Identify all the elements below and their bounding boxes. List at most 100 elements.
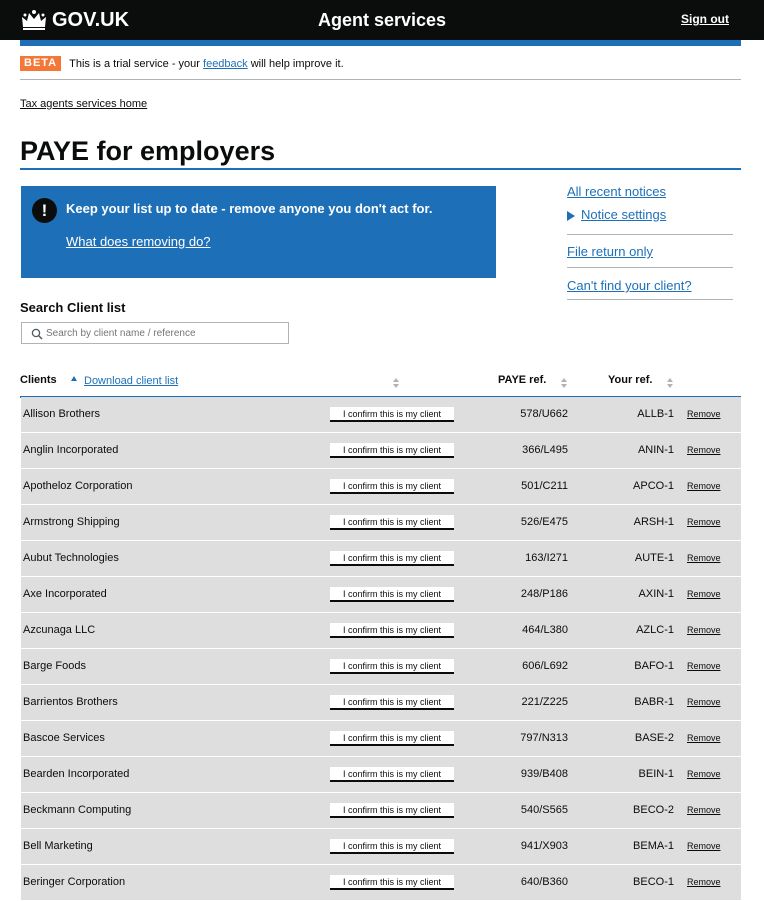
confirm-client-button[interactable]: I confirm this is my client bbox=[330, 515, 454, 530]
confirm-client-button[interactable]: I confirm this is my client bbox=[330, 803, 454, 818]
paye-ref: 606/L692 bbox=[522, 660, 568, 672]
table-row: Aubut Technologies I confirm this is my c… bbox=[21, 541, 741, 577]
your-ref: BASE-2 bbox=[634, 732, 674, 744]
confirm-client-button[interactable]: I confirm this is my client bbox=[330, 767, 454, 782]
notice-settings-toggle[interactable]: Notice settings bbox=[567, 207, 666, 222]
table-row: Barrientos Brothers I confirm this is my … bbox=[21, 685, 741, 721]
table-row: Beringer Corporation I confirm this is my… bbox=[21, 865, 741, 901]
notice-settings-label: Notice settings bbox=[581, 207, 667, 222]
paye-ref: 464/L380 bbox=[522, 624, 568, 636]
expand-triangle-icon bbox=[567, 210, 575, 221]
your-ref: ALLB-1 bbox=[637, 408, 674, 420]
your-ref: BECO-1 bbox=[633, 876, 674, 888]
confirm-client-button[interactable]: I confirm this is my client bbox=[330, 551, 454, 566]
paye-ref: 501/C211 bbox=[521, 480, 568, 492]
client-name: Bell Marketing bbox=[23, 840, 93, 852]
feedback-link[interactable]: feedback bbox=[203, 58, 248, 70]
your-ref: BABR-1 bbox=[634, 696, 674, 708]
confirm-client-button[interactable]: I confirm this is my client bbox=[330, 623, 454, 638]
service-name[interactable]: Agent services bbox=[0, 9, 764, 31]
sort-icon[interactable] bbox=[667, 378, 673, 388]
what-does-removing-do-link[interactable]: What does removing do? bbox=[66, 234, 211, 249]
table-row: Barge Foods I confirm this is my client 60… bbox=[21, 649, 741, 685]
cant-find-client-link[interactable]: Can't find your client? bbox=[567, 278, 692, 293]
table-row: Axe Incorporated I confirm this is my cli… bbox=[21, 577, 741, 613]
remove-link[interactable]: Remove bbox=[687, 445, 721, 455]
file-return-only-link[interactable]: File return only bbox=[567, 244, 653, 259]
remove-link[interactable]: Remove bbox=[687, 697, 721, 707]
table-row: Allison Brothers I confirm this is my cli… bbox=[21, 397, 741, 433]
paye-ref: 163/I271 bbox=[525, 552, 568, 564]
your-ref: ARSH-1 bbox=[633, 516, 674, 528]
confirm-client-button[interactable]: I confirm this is my client bbox=[330, 443, 454, 458]
remove-link[interactable]: Remove bbox=[687, 877, 721, 887]
sort-icon[interactable] bbox=[561, 378, 567, 388]
paye-ref: 248/P186 bbox=[520, 588, 568, 600]
your-ref: AXIN-1 bbox=[638, 588, 674, 600]
table-row: Armstrong Shipping I confirm this is my c… bbox=[21, 505, 741, 541]
warning-notice: ! Keep your list up to date - remove any… bbox=[21, 186, 496, 278]
client-name: Armstrong Shipping bbox=[23, 516, 120, 528]
remove-link[interactable]: Remove bbox=[687, 733, 721, 743]
remove-link[interactable]: Remove bbox=[687, 481, 721, 491]
remove-link[interactable]: Remove bbox=[687, 841, 721, 851]
side-divider bbox=[567, 234, 733, 235]
paye-ref: 939/B408 bbox=[520, 768, 568, 780]
paye-ref: 526/E475 bbox=[520, 516, 568, 528]
confirm-client-button[interactable]: I confirm this is my client bbox=[330, 839, 454, 854]
notice-text: Keep your list up to date - remove anyon… bbox=[66, 201, 433, 216]
sign-out-link[interactable]: Sign out bbox=[681, 12, 729, 26]
search-field[interactable] bbox=[21, 322, 289, 344]
confirm-client-button[interactable]: I confirm this is my client bbox=[330, 695, 454, 710]
remove-link[interactable]: Remove bbox=[687, 409, 721, 419]
client-name: Allison Brothers bbox=[23, 408, 101, 420]
phase-banner: BETA This is a trial service - your feed… bbox=[20, 56, 344, 71]
your-ref: BAFO-1 bbox=[634, 660, 674, 672]
client-name: Bearden Incorporated bbox=[23, 768, 130, 780]
divider bbox=[20, 79, 741, 80]
client-name: Axe Incorporated bbox=[23, 588, 107, 600]
table-row: Apotheloz Corporation I confirm this is m… bbox=[21, 469, 741, 505]
breadcrumb-home[interactable]: Tax agents services home bbox=[20, 98, 147, 110]
sort-ascending-icon[interactable] bbox=[71, 376, 77, 381]
remove-link[interactable]: Remove bbox=[687, 769, 721, 779]
remove-link[interactable]: Remove bbox=[687, 625, 721, 635]
confirm-client-button[interactable]: I confirm this is my client bbox=[330, 587, 454, 602]
confirm-client-button[interactable]: I confirm this is my client bbox=[330, 659, 454, 674]
paye-ref: 578/U662 bbox=[520, 408, 568, 420]
confirm-client-button[interactable]: I confirm this is my client bbox=[330, 479, 454, 494]
all-recent-notices-link[interactable]: All recent notices bbox=[567, 184, 666, 199]
client-name: Bascoe Services bbox=[23, 732, 105, 744]
confirm-client-button[interactable]: I confirm this is my client bbox=[330, 407, 454, 422]
remove-link[interactable]: Remove bbox=[687, 589, 721, 599]
paye-ref-column-header[interactable]: PAYE ref. bbox=[498, 374, 546, 386]
table-row: Bascoe Services I confirm this is my clie… bbox=[21, 721, 741, 757]
side-divider bbox=[567, 267, 733, 268]
paye-ref: 941/X903 bbox=[520, 840, 568, 852]
search-label: Search Client list bbox=[20, 300, 126, 315]
remove-link[interactable]: Remove bbox=[687, 805, 721, 815]
confirm-client-button[interactable]: I confirm this is my client bbox=[330, 731, 454, 746]
remove-link[interactable]: Remove bbox=[687, 661, 721, 671]
your-ref: APCO-1 bbox=[633, 480, 674, 492]
search-input[interactable] bbox=[46, 323, 286, 343]
title-rule bbox=[20, 168, 741, 170]
table-row: Bearden Incorporated I confirm this is my… bbox=[21, 757, 741, 793]
clients-column-header[interactable]: Clients bbox=[20, 374, 57, 386]
your-ref: ANIN-1 bbox=[637, 444, 674, 456]
header-underline bbox=[20, 40, 741, 46]
paye-ref: 640/B360 bbox=[520, 876, 568, 888]
phase-banner-text: This is a trial service - your feedback … bbox=[69, 58, 344, 70]
your-ref: BEMA-1 bbox=[633, 840, 674, 852]
client-name: Apotheloz Corporation bbox=[23, 480, 133, 492]
download-client-list-link[interactable]: Download client list bbox=[84, 375, 178, 387]
your-ref-column-header[interactable]: Your ref. bbox=[608, 374, 652, 386]
sort-icon[interactable] bbox=[393, 378, 399, 388]
your-ref: BECO-2 bbox=[633, 804, 674, 816]
your-ref: AZLC-1 bbox=[636, 624, 674, 636]
table-row: Anglin Incorporated I confirm this is my … bbox=[21, 433, 741, 469]
paye-ref: 797/N313 bbox=[520, 732, 568, 744]
table-header: Clients Download client list PAYE ref. Y… bbox=[20, 370, 741, 398]
remove-link[interactable]: Remove bbox=[687, 553, 721, 563]
remove-link[interactable]: Remove bbox=[687, 517, 721, 527]
